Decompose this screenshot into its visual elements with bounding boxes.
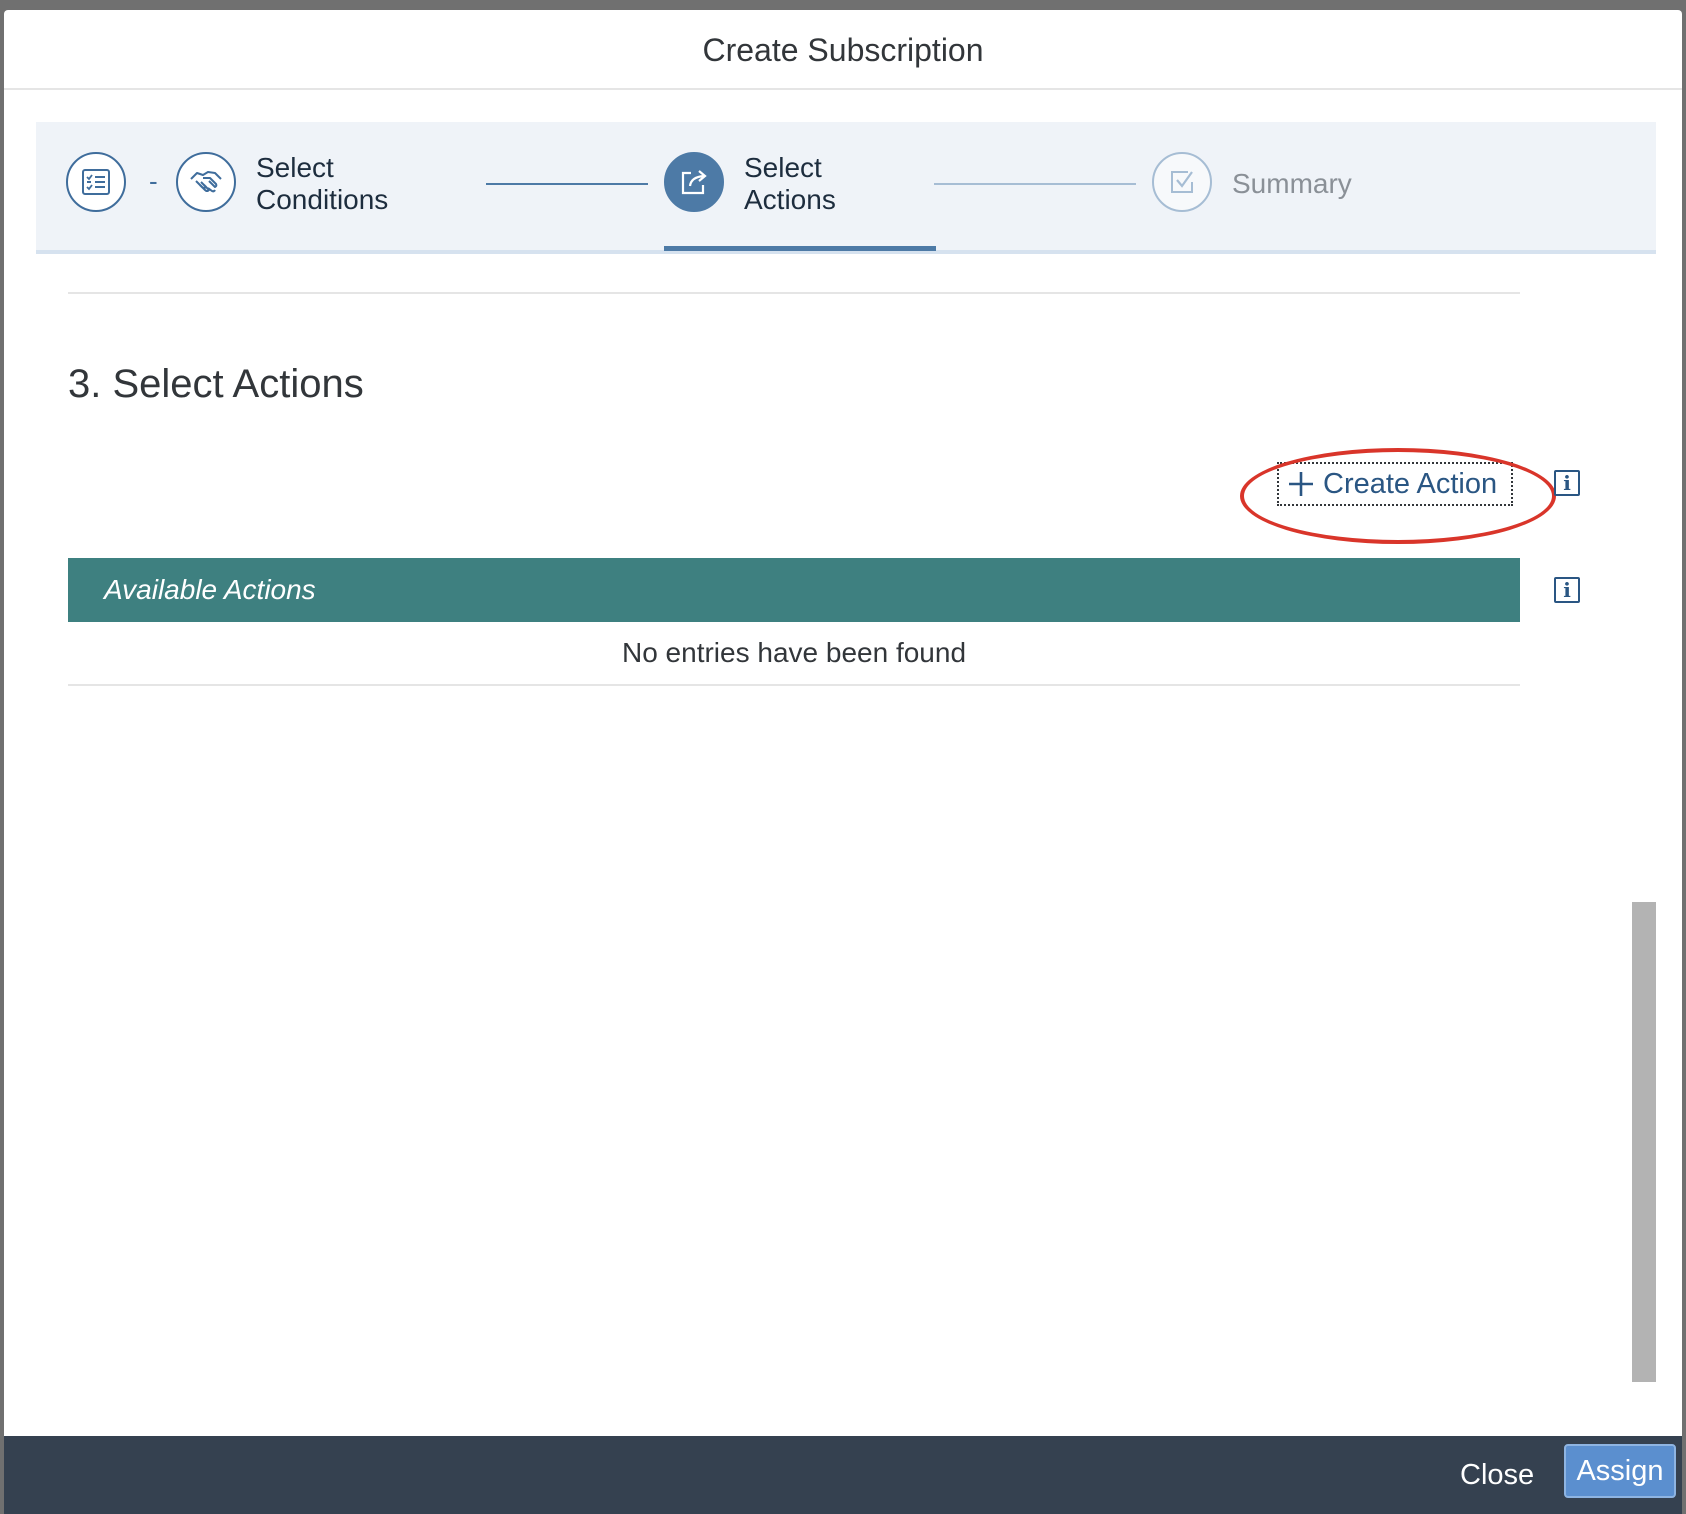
wizard-step-label-actions: Select Actions (744, 152, 836, 215)
create-subscription-dialog: Create Subscription - Select Conditions … (4, 10, 1682, 1514)
wizard-progress-bar: - Select Conditions Select Actions Summa… (36, 122, 1656, 254)
assign-button[interactable]: Assign (1564, 1444, 1676, 1498)
wizard-connector-disabled (934, 183, 1136, 185)
dialog-title: Create Subscription (4, 10, 1682, 90)
wizard-step-checklist[interactable] (66, 152, 126, 212)
wizard-step-label-conditions: Select Conditions (256, 152, 389, 215)
table-empty-message: No entries have been found (68, 622, 1520, 686)
wizard-step-select-conditions[interactable] (176, 152, 236, 212)
wizard-connector (486, 183, 648, 185)
close-button[interactable]: Close (1444, 1450, 1550, 1500)
share-icon (681, 170, 707, 195)
handshake-icon (190, 171, 222, 193)
dialog-footer: Close Assign (4, 1436, 1682, 1514)
create-action-label: Create Action (1323, 467, 1498, 500)
plus-icon (1279, 462, 1323, 506)
active-step-indicator (664, 246, 936, 251)
section-title: 3. Select Actions (68, 362, 364, 406)
wizard-step-label-summary: Summary (1232, 168, 1352, 199)
table-info-icon[interactable]: i (1554, 577, 1580, 603)
checkbox-icon (1171, 171, 1193, 193)
available-actions-table-header: Available Actions (68, 558, 1520, 622)
wizard-step-summary[interactable] (1152, 152, 1212, 212)
wizard-step-select-actions[interactable] (664, 152, 724, 212)
step-dash-separator: - (149, 166, 158, 196)
create-action-button[interactable]: Create Action (1277, 462, 1513, 506)
info-icon[interactable]: i (1554, 470, 1580, 496)
scrollbar[interactable] (1632, 902, 1656, 1382)
section-divider (68, 292, 1520, 294)
checklist-icon (82, 169, 110, 195)
